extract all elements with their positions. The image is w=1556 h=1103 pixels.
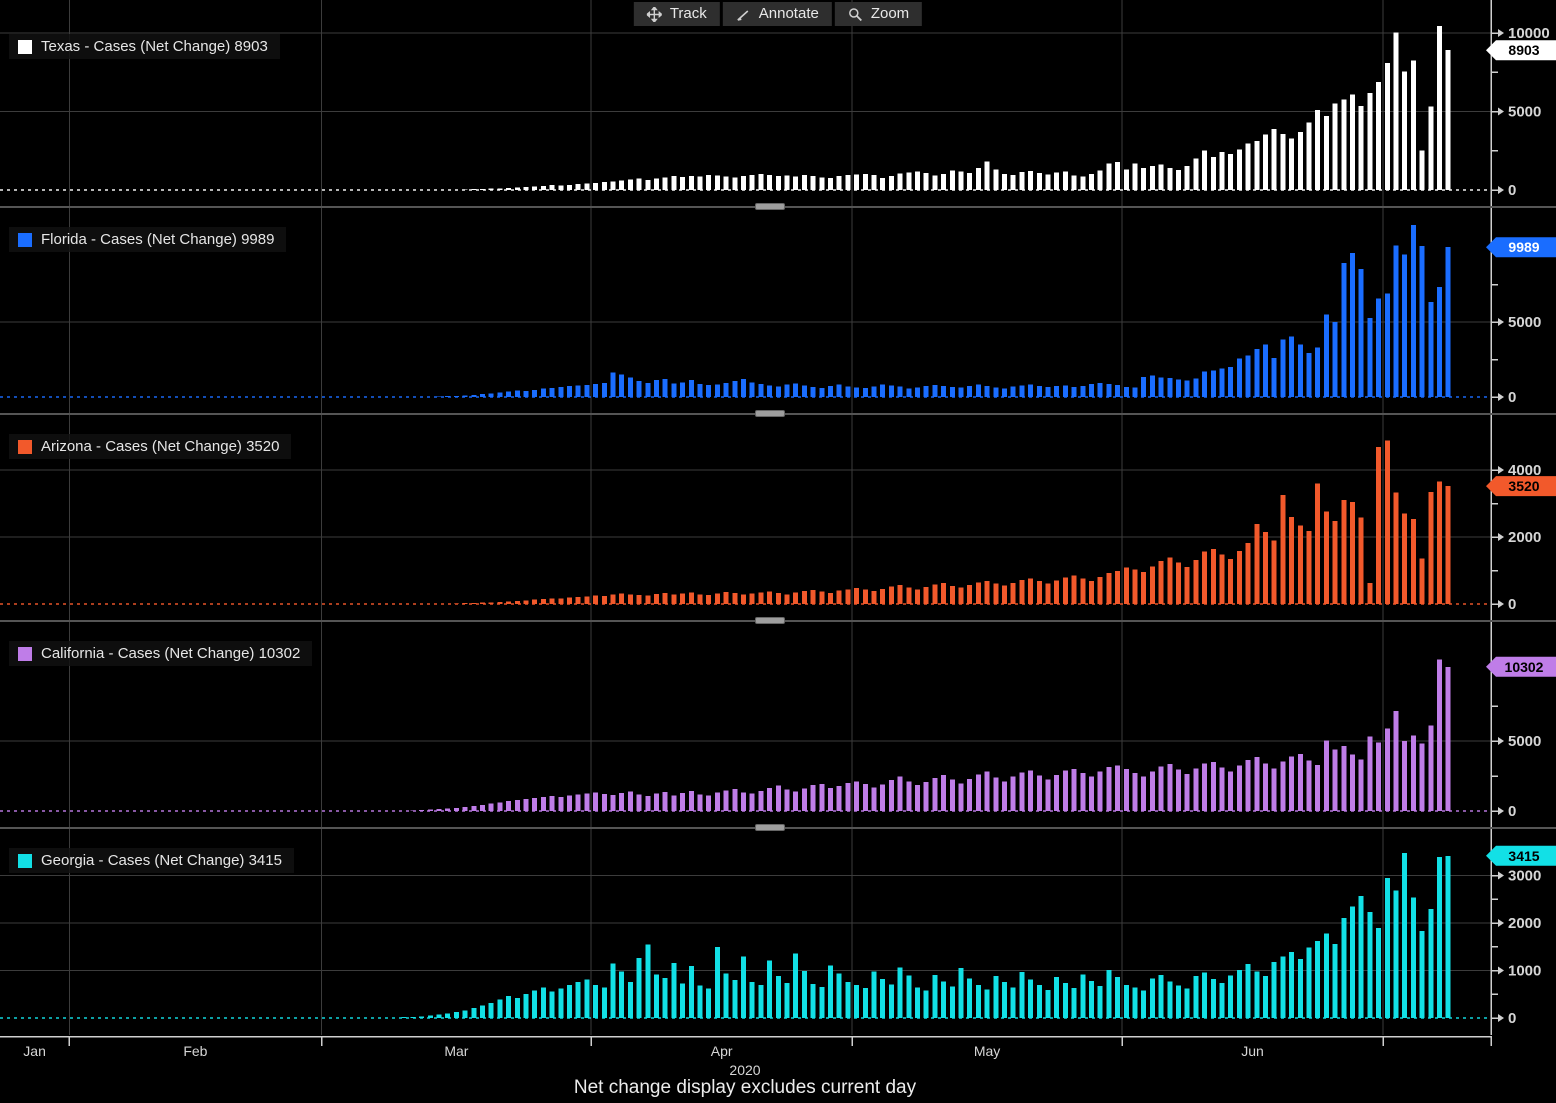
value-gridlines xyxy=(0,470,1491,537)
panel-divider[interactable] xyxy=(0,620,1556,622)
svg-text:5000: 5000 xyxy=(1508,733,1541,750)
legend-arizona[interactable]: Arizona - Cases (Net Change) 3520 xyxy=(9,434,291,459)
svg-text:0: 0 xyxy=(1508,803,1516,820)
chart-panel-arizona[interactable]: 0200040003520Arizona - Cases (Net Change… xyxy=(0,414,1556,621)
svg-text:Feb: Feb xyxy=(183,1043,207,1059)
month-ticks xyxy=(69,1036,1491,1046)
chart-panel-texas[interactable]: 0 5000 100008903 Texas - Cases (Net Change)… xyxy=(0,0,1556,207)
last-value-badge-texas: 8903 xyxy=(1486,40,1556,60)
legend-florida[interactable]: Florida - Cases (Net Change) 9989 xyxy=(9,227,286,252)
svg-text:Jan: Jan xyxy=(23,1043,46,1059)
labeled-ticks: 0 1000 2000 3000 xyxy=(1491,868,1541,1028)
svg-text:10302: 10302 xyxy=(1505,659,1544,675)
labeled-ticks: 0 5000 xyxy=(1491,733,1541,820)
last-value-badge-florida: 9989 xyxy=(1486,237,1556,257)
last-value-badge-georgia: 3415 xyxy=(1486,846,1556,866)
last-value-badge-arizona: 3520 xyxy=(1486,476,1556,496)
legend-texas[interactable]: Texas - Cases (Net Change) 8903 xyxy=(9,34,280,59)
bars-arizona xyxy=(454,441,1451,604)
legend-georgia[interactable]: Georgia - Cases (Net Change) 3415 xyxy=(9,848,294,873)
panel-divider-grip[interactable] xyxy=(755,617,785,624)
year-label: 2020 xyxy=(729,1062,760,1078)
svg-text:May: May xyxy=(974,1043,1000,1059)
legend-label-florida: Florida - Cases (Net Change) 9989 xyxy=(41,231,274,248)
svg-text:0: 0 xyxy=(1508,182,1516,199)
svg-text:5000: 5000 xyxy=(1508,314,1541,331)
svg-text:5000: 5000 xyxy=(1508,104,1541,121)
zoom-button[interactable]: Zoom xyxy=(835,2,922,26)
bars-florida xyxy=(437,225,1451,397)
svg-text:Mar: Mar xyxy=(444,1043,468,1059)
svg-text:0: 0 xyxy=(1508,389,1516,406)
zoom-button-label: Zoom xyxy=(871,5,909,23)
panel-divider-grip[interactable] xyxy=(755,410,785,417)
svg-text:10000: 10000 xyxy=(1508,25,1550,42)
legend-california[interactable]: California - Cases (Net Change) 10302 xyxy=(9,641,312,666)
svg-text:0: 0 xyxy=(1508,596,1516,613)
chart-panel-california[interactable]: 0 5000 10302 California - Cases (Net Change… xyxy=(0,621,1556,828)
track-button[interactable]: Track xyxy=(634,2,720,26)
svg-text:Jun: Jun xyxy=(1241,1043,1264,1059)
panel-divider[interactable] xyxy=(0,206,1556,208)
annotate-button-label: Annotate xyxy=(759,5,819,23)
annotate-pencil-icon xyxy=(736,7,751,22)
legend-label-arizona: Arizona - Cases (Net Change) 3520 xyxy=(41,438,279,455)
bars-california xyxy=(410,660,1450,811)
chart-panel-florida[interactable]: 0 5000 9989 Florida - Cases (Net Change) 99… xyxy=(0,207,1556,414)
bloomberg-multi-panel-chart: Track Annotate Zoom 05000100008903Texas … xyxy=(0,0,1556,1103)
legend-label-texas: Texas - Cases (Net Change) 8903 xyxy=(41,38,268,55)
minor-ticks xyxy=(1491,247,1498,360)
svg-text:1000: 1000 xyxy=(1508,963,1541,980)
svg-text:9989: 9989 xyxy=(1508,239,1539,255)
chart-canvas-texas[interactable]: 0 5000 100008903 xyxy=(0,0,1556,207)
minor-ticks xyxy=(1491,671,1498,776)
bars-georgia xyxy=(402,853,1451,1018)
chart-toolbar: Track Annotate Zoom xyxy=(634,2,922,26)
minor-ticks xyxy=(1491,899,1498,994)
legend-label-georgia: Georgia - Cases (Net Change) 3415 xyxy=(41,852,282,869)
svg-text:2000: 2000 xyxy=(1508,915,1541,932)
svg-text:2000: 2000 xyxy=(1508,529,1541,546)
legend-swatch-georgia xyxy=(18,854,32,868)
month-labels: Jan Feb Mar Apr May Jun xyxy=(23,1043,1263,1059)
panel-divider-grip[interactable] xyxy=(755,203,785,210)
svg-text:3000: 3000 xyxy=(1508,868,1541,885)
zoom-magnifier-icon xyxy=(848,7,863,22)
panel-divider[interactable] xyxy=(0,413,1556,415)
panel-divider-grip[interactable] xyxy=(755,824,785,831)
legend-swatch-florida xyxy=(18,233,32,247)
last-value-badge-california: 10302 xyxy=(1486,657,1556,677)
track-crosshair-icon xyxy=(647,7,662,22)
svg-text:0: 0 xyxy=(1508,1010,1516,1027)
labeled-ticks: 0 5000 xyxy=(1491,314,1541,406)
legend-swatch-texas xyxy=(18,40,32,54)
value-gridlines xyxy=(0,876,1491,971)
legend-swatch-arizona xyxy=(18,440,32,454)
svg-text:3520: 3520 xyxy=(1508,478,1539,494)
bars-texas xyxy=(463,26,1451,190)
svg-text:3415: 3415 xyxy=(1508,848,1539,864)
svg-text:Apr: Apr xyxy=(711,1043,733,1059)
panel-divider[interactable] xyxy=(0,827,1556,829)
svg-text:8903: 8903 xyxy=(1508,42,1539,58)
legend-swatch-california xyxy=(18,647,32,661)
track-button-label: Track xyxy=(670,5,707,23)
legend-label-california: California - Cases (Net Change) 10302 xyxy=(41,645,300,662)
annotate-button[interactable]: Annotate xyxy=(723,2,832,26)
chart-panel-georgia[interactable]: 0 1000 2000 3000 3415 Georgia - Cases (Net Ch… xyxy=(0,828,1556,1035)
chart-footnote: Net change display excludes current day xyxy=(0,1077,1490,1099)
